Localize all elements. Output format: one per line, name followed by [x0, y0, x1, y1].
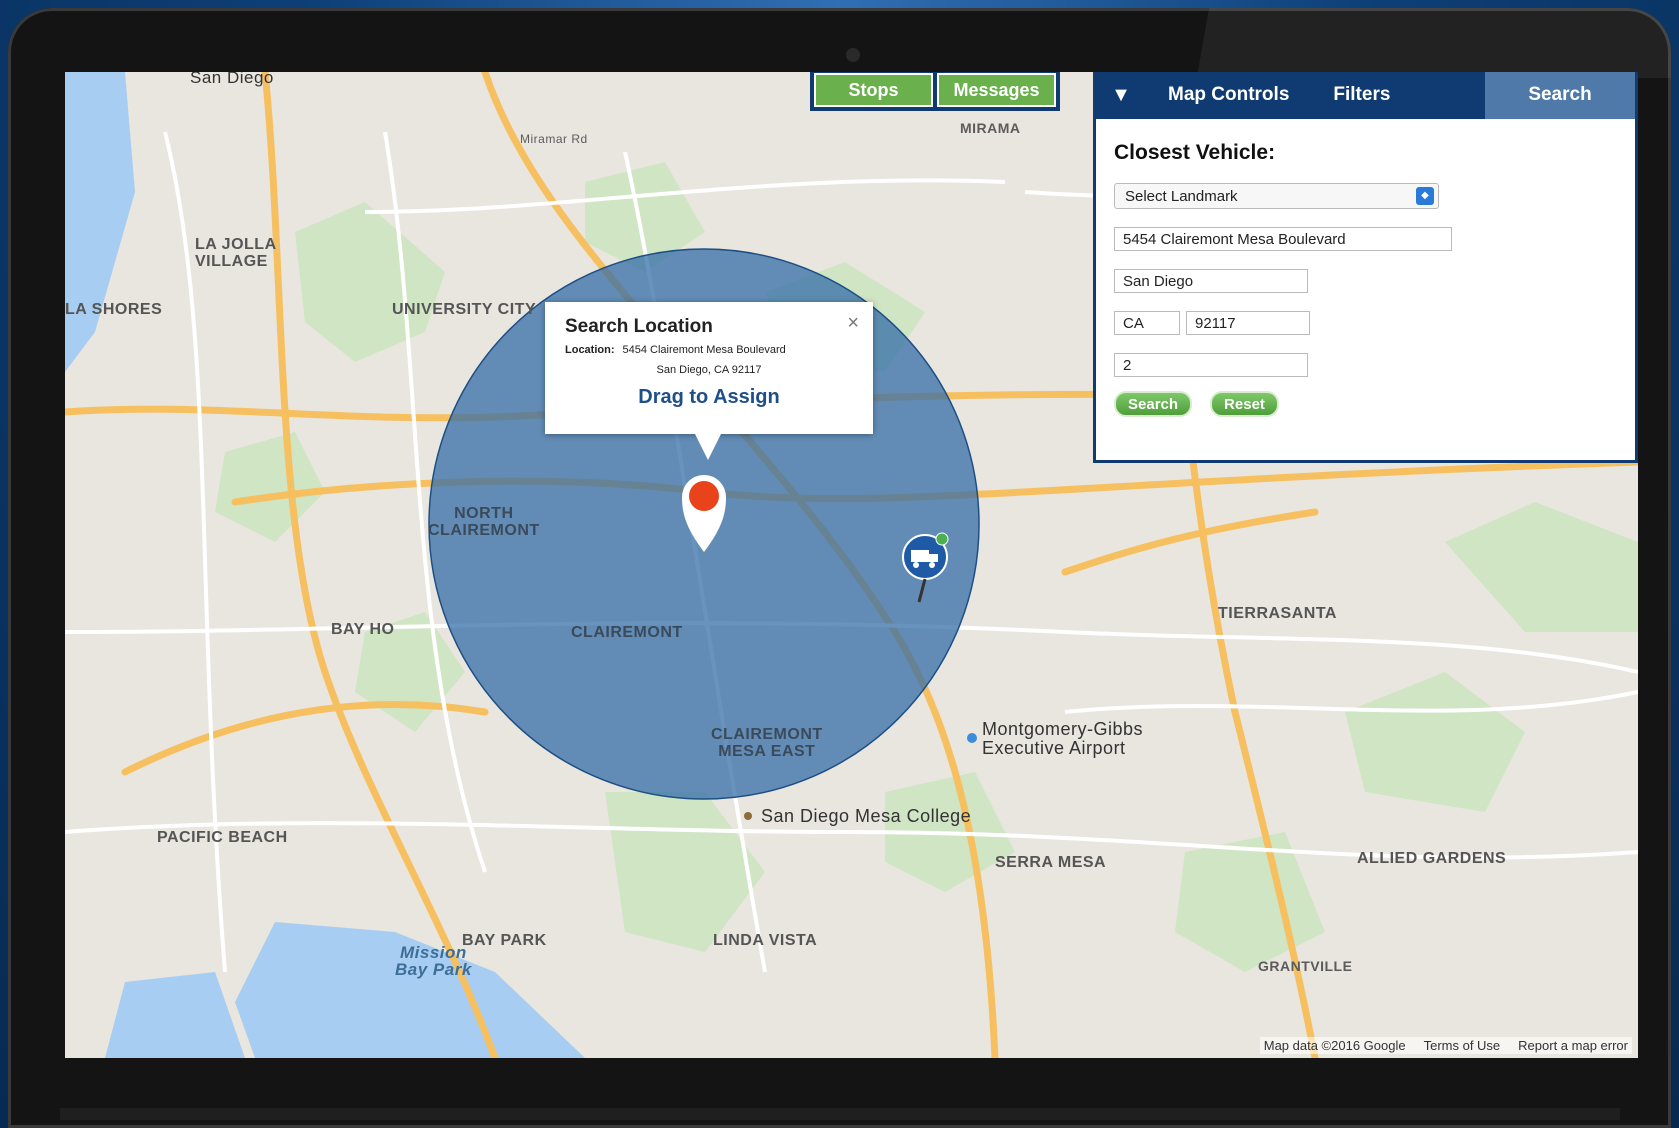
popup-title: Search Location [565, 316, 713, 337]
map-label-clairemont-mesa-east: CLAIREMONT MESA EAST [711, 726, 823, 760]
select-arrows-icon: ◆ [1416, 187, 1434, 205]
drag-to-assign-link[interactable]: Drag to Assign [565, 386, 853, 409]
map-label-north-clairemont: NORTH CLAIREMONT [428, 505, 540, 539]
map-label-clairemont: CLAIREMONT [571, 624, 683, 641]
panel-tabs: ▼ Map Controls Filters Search [1096, 72, 1635, 119]
map-label-pacific-beach: PACIFIC BEACH [157, 829, 288, 846]
popup-city: San Diego, CA 92117 [656, 364, 762, 376]
address-field[interactable]: 5454 Clairemont Mesa Boulevard [1114, 227, 1452, 251]
map-label-mesa-college: San Diego Mesa College [761, 806, 972, 826]
city-field[interactable]: San Diego [1114, 269, 1308, 293]
tab-map-controls[interactable]: Map Controls [1146, 72, 1311, 119]
map-label-bay-ho: BAY HO [331, 621, 395, 638]
map-label-allied-gardens: ALLIED GARDENS [1357, 850, 1507, 867]
map-label-linda-vista: LINDA VISTA [713, 932, 818, 949]
map-footer: Map data ©2016 Google Terms of Use Repor… [1259, 1037, 1632, 1054]
map-label-la-jolla-village: LA JOLLA VILLAGE [195, 236, 277, 270]
map-label-university-city: UNIVERSITY CITY [392, 301, 537, 318]
landmark-select[interactable]: Select Landmark ◆ [1114, 183, 1439, 209]
map-screen[interactable]: San Diego Miramar Rd MIRAMA LA JOLLA VIL… [65, 72, 1638, 1058]
messages-button[interactable]: Messages [937, 73, 1056, 107]
popup-location: Location: 5454 Clairemont Mesa Boulevard [565, 344, 853, 356]
popup-location-value: 5454 Clairemont Mesa Boulevard [622, 344, 786, 356]
collapse-triangle-icon[interactable]: ▼ [1096, 84, 1146, 107]
laptop-base [60, 1108, 1620, 1120]
search-location-popup: Search Location × Location: 5454 Clairemo… [545, 302, 873, 460]
camera-icon [846, 48, 860, 62]
tab-search[interactable]: Search [1485, 72, 1635, 119]
map-label-mission-bay-park: Mission Bay Park [395, 943, 472, 979]
map-label-tierrasanta: TIERRASANTA [1218, 605, 1337, 622]
popup-location-label: Location: [565, 344, 615, 356]
terms-link[interactable]: Terms of Use [1424, 1038, 1501, 1053]
report-link[interactable]: Report a map error [1518, 1038, 1628, 1053]
stops-messages-nav: Stops Messages [810, 72, 1060, 111]
panel-title: Closest Vehicle: [1114, 141, 1276, 164]
zip-field[interactable]: 92117 [1186, 311, 1310, 335]
map-label-grantville: GRANTVILLE [1258, 958, 1353, 974]
map-label-miramar: MIRAMA [960, 120, 1021, 136]
map-data-text: Map data ©2016 Google [1263, 1038, 1406, 1053]
radius-field[interactable]: 2 [1114, 353, 1308, 377]
search-panel: ▼ Map Controls Filters Search Closest Ve… [1093, 72, 1638, 463]
map-label-bay-park: BAY PARK [462, 932, 547, 949]
map-label-san-diego: San Diego [190, 72, 274, 87]
stops-button[interactable]: Stops [814, 73, 933, 107]
tab-filters[interactable]: Filters [1311, 72, 1412, 119]
map-label-la-shores: LA SHORES [65, 301, 163, 318]
map-label-serra-mesa: SERRA MESA [995, 854, 1107, 871]
reset-button[interactable]: Reset [1210, 391, 1279, 417]
map-label-montgomery-gibbs: Montgomery-Gibbs Executive Airport [982, 719, 1144, 758]
panel-body: Closest Vehicle: Select Landmark ◆ 5454 … [1096, 119, 1635, 435]
close-icon[interactable]: × [847, 312, 859, 335]
search-button[interactable]: Search [1114, 391, 1193, 417]
state-field[interactable]: CA [1114, 311, 1180, 335]
map-label-miramar-rd: Miramar Rd [520, 132, 588, 146]
landmark-select-value: Select Landmark [1125, 187, 1238, 205]
